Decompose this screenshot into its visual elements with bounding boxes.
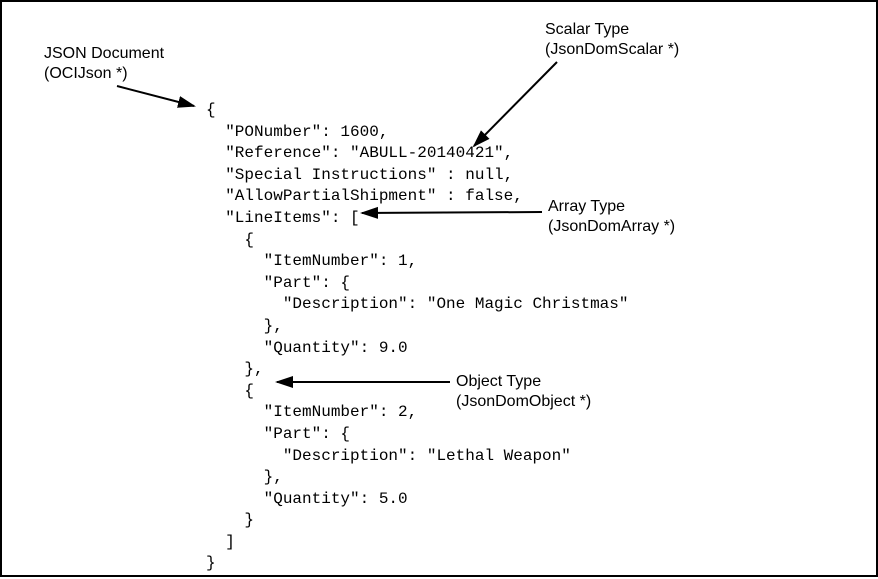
arrow-json-document: [117, 86, 194, 106]
label-scalar-type: Scalar Type (JsonDomScalar *): [545, 20, 679, 60]
json-code-block: { "PONumber": 1600, "Reference": "ABULL-…: [206, 100, 628, 575]
label-json-document: JSON Document (OCIJson *): [44, 44, 164, 84]
